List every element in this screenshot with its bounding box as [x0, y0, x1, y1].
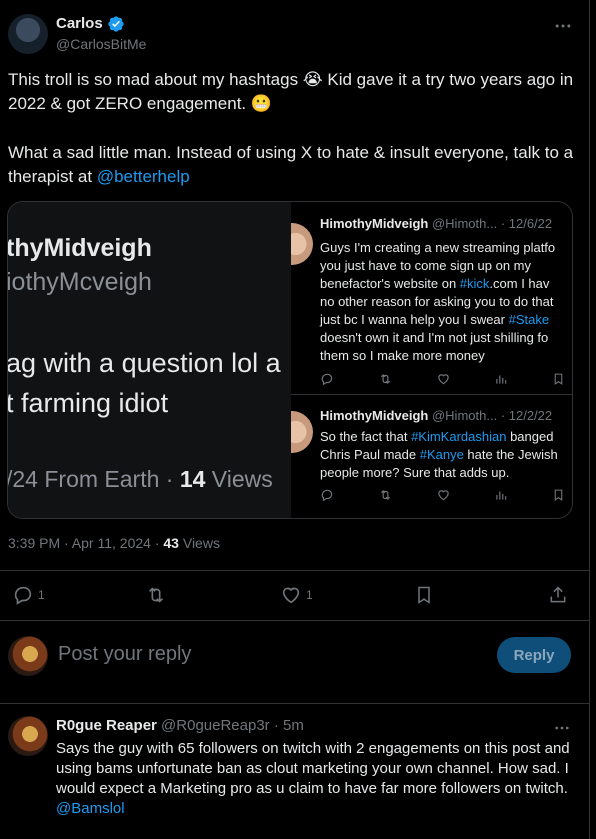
more-icon[interactable] [553, 719, 571, 737]
views-icon [494, 488, 508, 507]
media-image[interactable]: thyMidveigh iothyMcveigh ag with a quest… [7, 201, 573, 519]
author-name[interactable]: Carlos [56, 15, 103, 32]
like-icon [436, 372, 451, 391]
retweet-icon [378, 488, 393, 507]
bookmark-icon [552, 372, 565, 391]
commenter-name[interactable]: R0gue Reaper [56, 717, 157, 734]
screenshot-text-line-1: ag with a question lol a [8, 348, 281, 378]
screenshot-tweet-handle: @Himoth... [431, 216, 498, 231]
screenshot-tweet-header: HimothyMidveigh @Himoth... · 12/2/22 [320, 408, 552, 423]
screenshot-timestamp: /24 From Earth · 14 Views [8, 466, 273, 493]
reply-icon [12, 584, 34, 606]
reply-submit-button[interactable]: Reply [497, 637, 571, 673]
divider [0, 703, 590, 704]
bamslol-mention-link[interactable]: @Bamslol [56, 800, 125, 817]
screenshot-tweet-date: · 12/6/22 [500, 216, 553, 231]
kimkardashian-hashtag: #KimKardashian [411, 429, 507, 444]
reply-icon [320, 488, 334, 507]
verified-badge-icon [107, 15, 125, 33]
divider [0, 570, 590, 571]
stake-hashtag: #Stake [508, 312, 550, 327]
kick-hashtag: #kick [459, 276, 490, 291]
like-count: 1 [306, 588, 313, 602]
reply-icon [320, 372, 334, 391]
bookmark-icon [552, 488, 565, 507]
screenshot-divider [291, 394, 572, 395]
retweet-button[interactable] [144, 584, 168, 606]
screenshot-tweet-date: · 12/2/22 [500, 408, 553, 423]
betterhelp-mention-link[interactable]: @betterhelp [97, 167, 190, 186]
reply-count: 1 [38, 588, 45, 602]
tweet-text-body: What a sad little man. Instead of using … [8, 143, 574, 186]
current-user-avatar[interactable] [8, 636, 48, 676]
author-handle[interactable]: @CarlosBitMe [56, 36, 146, 52]
screenshot-views-label: Views [205, 466, 273, 492]
screenshot-author-name: thyMidveigh [8, 234, 152, 262]
comment-body: Says the guy with 65 followers on twitch… [56, 740, 570, 797]
views-count: 43 [163, 535, 179, 551]
bookmark-icon [414, 584, 434, 606]
like-button[interactable]: 1 [280, 584, 313, 606]
retweet-icon [144, 584, 168, 606]
commenter-handle[interactable]: @R0gueReap3r [161, 717, 270, 734]
like-icon [436, 488, 451, 507]
reply-input[interactable]: Post your reply [58, 643, 191, 666]
comment-time[interactable]: · 5m [274, 717, 304, 734]
screenshot-author-handle: iothyMcveigh [8, 268, 152, 296]
screenshot-tweet-text: So the fact that #KimKardashian banged C… [320, 428, 572, 482]
retweet-icon [378, 372, 393, 391]
divider [0, 620, 590, 621]
screenshot-text-span: doesn't own it and I'm not just shilling… [320, 330, 549, 363]
screenshot-tweet-avatar [291, 223, 313, 265]
comment-header: R0gue Reaper @R0gueReap3r · 5m [56, 717, 304, 734]
views-icon [494, 372, 508, 391]
tweet-meta: 3:39 PM · Apr 11, 2024 · 43 Views [8, 535, 220, 551]
like-icon [280, 584, 302, 606]
tweet-timestamp[interactable]: 3:39 PM · Apr 11, 2024 · [8, 535, 163, 551]
screenshot-right-panel: HimothyMidveigh @Himoth... · 12/6/22 Guy… [291, 202, 572, 518]
views-label: Views [178, 535, 220, 551]
reply-button[interactable]: 1 [12, 584, 45, 606]
comment-text: Says the guy with 65 followers on twitch… [56, 739, 582, 819]
tweet-text-paragraph-1: This troll is so mad about my hashtags 😭… [8, 70, 574, 113]
screenshot-views-count: 14 [179, 466, 206, 492]
screenshot-tweet-avatar [291, 411, 313, 453]
screenshot-tweet-name: HimothyMidveigh [320, 216, 429, 231]
tweet-text-paragraph-2: What a sad little man. Instead of using … [8, 141, 582, 189]
author-avatar[interactable] [8, 14, 48, 54]
more-icon[interactable] [553, 16, 573, 36]
share-icon [548, 584, 568, 606]
screenshot-tweet-header: HimothyMidveigh @Himoth... · 12/6/22 [320, 216, 552, 231]
kanye-hashtag: #Kanye [419, 447, 464, 462]
screenshot-tweet-text: Guys I'm creating a new streaming platfo… [320, 239, 572, 365]
screenshot-time-text: /24 From Earth · [8, 466, 180, 492]
screenshot-left-panel: thyMidveigh iothyMcveigh ag with a quest… [8, 202, 291, 518]
tweet-detail-view: Carlos @CarlosBitMe This troll is so mad… [0, 0, 590, 839]
commenter-avatar[interactable] [8, 716, 48, 756]
screenshot-tweet-name: HimothyMidveigh [320, 408, 429, 423]
bookmark-button[interactable] [414, 584, 434, 606]
share-button[interactable] [548, 584, 568, 606]
screenshot-tweet-handle: @Himoth... [431, 408, 498, 423]
screenshot-text-line-2: t farming idiot [8, 388, 169, 418]
screenshot-text-span: So the fact that [320, 429, 412, 444]
